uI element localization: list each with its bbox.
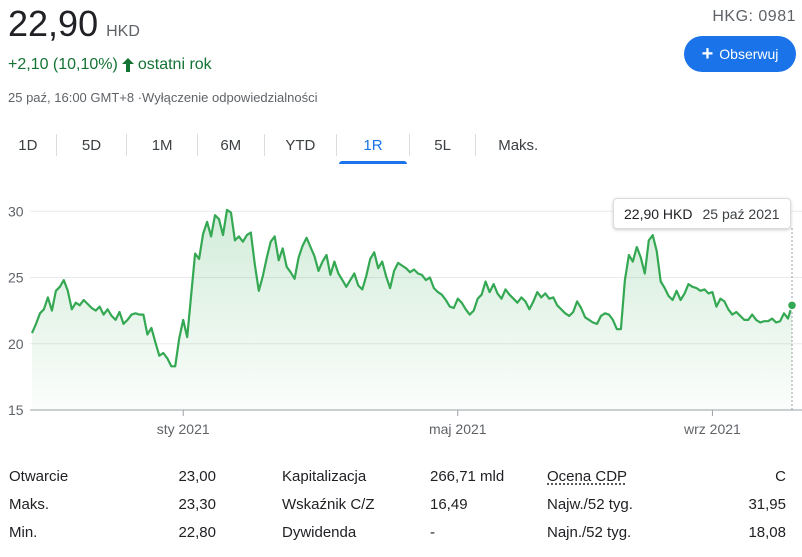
stat-label: Min.: [9, 523, 38, 541]
stat-value: 22,80: [178, 523, 216, 541]
stat-value: 31,95: [748, 495, 786, 513]
price-change: +2,10 (10,10%) ostatni rok: [8, 56, 212, 74]
current-price: 22,90: [8, 3, 99, 44]
stat-value: 18,08: [748, 523, 786, 541]
stats-row: Otwarcie 23,00 Kapitalizacja 266,71 mld Ocen…: [0, 462, 802, 490]
y-tick-label: 20: [8, 336, 24, 352]
tooltip-value: 22,90 HKD: [624, 205, 693, 222]
change-period: ostatni rok: [137, 56, 212, 73]
tooltip-date: 25 paź 2021: [702, 205, 780, 222]
stat-label: Kapitalizacja: [282, 467, 367, 485]
tab-5d[interactable]: 5D: [57, 126, 127, 164]
stat-value: C: [775, 467, 786, 485]
stat-value: 23,00: [178, 467, 216, 485]
stat-label: Wskaźnik C/Z: [282, 495, 375, 513]
currency-label: HKD: [106, 23, 140, 40]
tab-ytd[interactable]: YTD: [265, 126, 337, 164]
plus-icon: +: [701, 43, 714, 65]
follow-label: Obserwuj: [719, 46, 779, 62]
chart-tooltip: 22,90 HKD 25 paź 2021: [613, 198, 791, 229]
arrow-up-icon: [121, 58, 134, 72]
x-tick-label: sty 2021: [157, 421, 210, 437]
stat-value: -: [430, 523, 435, 541]
stats-row: Maks. 23,30 Wskaźnik C/Z 16,49 Najw./52 tyg.…: [0, 490, 802, 518]
stat-label: Najw./52 tyg.: [547, 495, 633, 513]
y-tick-label: 30: [8, 203, 24, 219]
stat-label: Najn./52 tyg.: [547, 523, 632, 541]
change-value: +2,10 (10,10%): [8, 56, 118, 73]
stat-label: Dywidenda: [282, 523, 357, 541]
price-area: [32, 209, 792, 410]
tab-5l[interactable]: 5L: [410, 126, 476, 164]
range-tabs: 1D 5D 1M 6M YTD 1R 5L Maks.: [0, 126, 560, 164]
stats-table: Otwarcie 23,00 Kapitalizacja 266,71 mld Ocen…: [0, 462, 802, 546]
tab-1m[interactable]: 1M: [127, 126, 197, 164]
cdp-rating-link[interactable]: Ocena CDP: [547, 468, 627, 485]
x-tick-label: maj 2021: [429, 421, 487, 437]
quote-meta: 25 paź, 16:00 GMT+8 ·Wyłączenie odpowied…: [8, 90, 318, 105]
tab-1d[interactable]: 1D: [0, 126, 56, 164]
tab-maks[interactable]: Maks.: [476, 126, 560, 164]
follow-button[interactable]: + Obserwuj: [684, 36, 796, 72]
stats-row: Min. 22,80 Dywidenda - Najn./52 tyg. 18,08: [0, 518, 802, 546]
stat-label: Otwarcie: [9, 467, 69, 485]
price-header: 22,90 HKD: [8, 4, 140, 44]
stat-value: 266,71 mld: [430, 467, 505, 485]
last-point-marker: [786, 300, 798, 311]
stat-value: 23,30: [178, 495, 216, 513]
stat-label: Maks.: [9, 495, 50, 513]
ticker-symbol: HKG: 0981: [712, 8, 796, 25]
tab-6m[interactable]: 6M: [198, 126, 264, 164]
stat-label: Ocena CDP: [512, 468, 730, 485]
y-tick-label: 25: [8, 270, 24, 286]
stat-value: 16,49: [430, 495, 468, 513]
tab-1r[interactable]: 1R: [337, 126, 409, 164]
y-tick-label: 15: [8, 402, 24, 418]
x-tick-label: wrz 2021: [683, 421, 741, 437]
